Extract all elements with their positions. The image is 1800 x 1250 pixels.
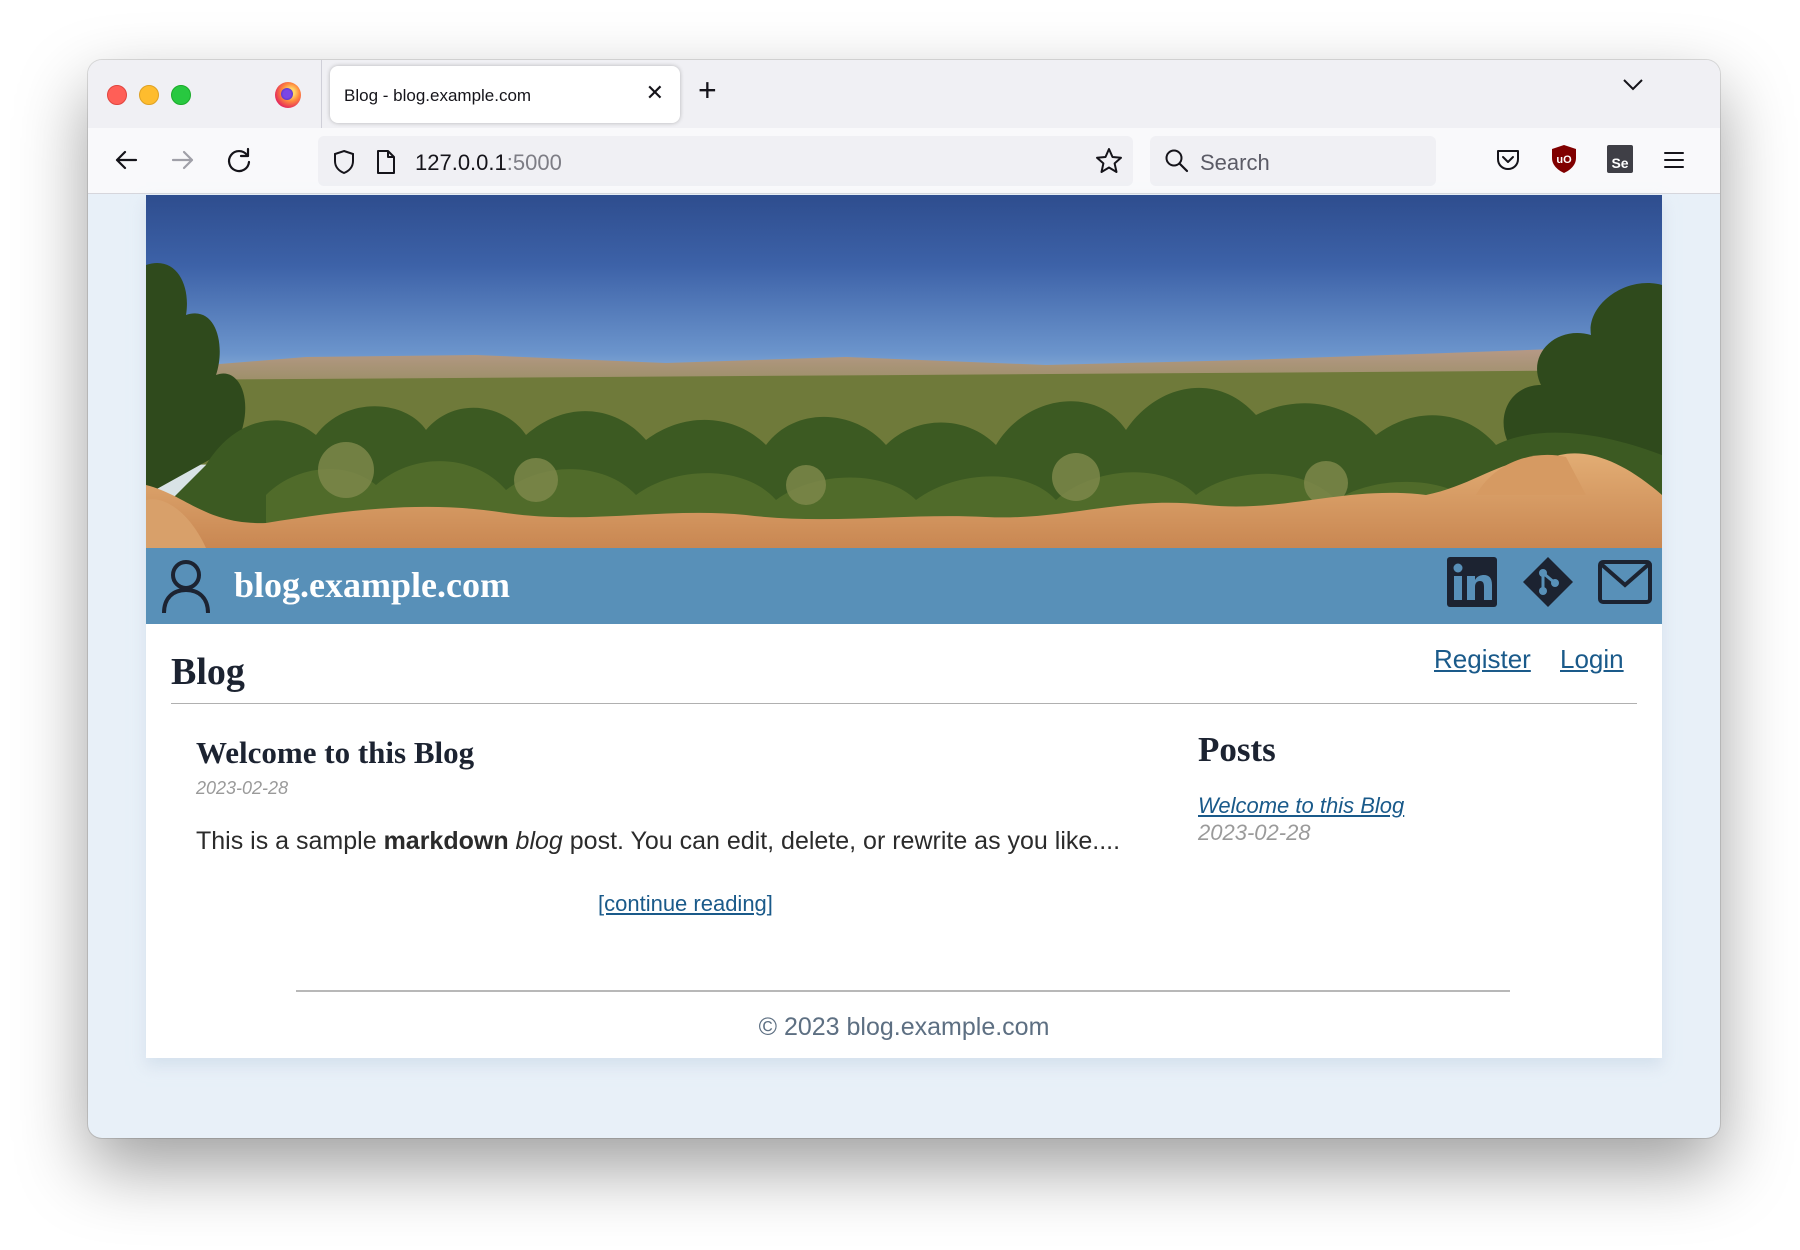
forward-arrow-icon[interactable] xyxy=(169,146,197,179)
selenium-icon[interactable]: Se xyxy=(1606,144,1634,179)
site-title[interactable]: blog.example.com xyxy=(234,564,510,606)
ublock-origin-icon[interactable]: uO xyxy=(1550,144,1578,179)
linkedin-icon[interactable] xyxy=(1446,556,1498,613)
login-link[interactable]: Login xyxy=(1560,644,1624,675)
continue-reading-link[interactable]: [continue reading] xyxy=(598,891,773,917)
register-link[interactable]: Register xyxy=(1434,644,1531,675)
tab-close-button[interactable]: ✕ xyxy=(646,82,664,104)
bookmark-star-icon[interactable] xyxy=(1095,147,1123,180)
post-excerpt-italic: blog xyxy=(515,827,563,855)
minimize-window-button[interactable] xyxy=(139,85,159,105)
git-icon[interactable] xyxy=(1522,556,1574,613)
url-port: :5000 xyxy=(506,150,562,175)
tab-strip: Blog - blog.example.com ✕ + xyxy=(88,60,1720,128)
hero-landscape-image xyxy=(146,195,1662,548)
reload-icon[interactable] xyxy=(225,146,253,179)
post-excerpt-tail: post. You can edit, delete, or rewrite a… xyxy=(562,827,1121,855)
post-excerpt-lead: This is a sample xyxy=(196,827,384,855)
search-placeholder: Search xyxy=(1200,150,1270,175)
page-title: Blog xyxy=(171,651,245,693)
mail-icon[interactable] xyxy=(1598,560,1652,609)
post-excerpt-bold: markdown xyxy=(383,827,509,855)
sidebar-post-link[interactable]: Welcome to this Blog xyxy=(1198,793,1404,819)
sidebar-title: Posts xyxy=(1198,730,1276,769)
post-excerpt: This is a sample markdown blog post. You… xyxy=(196,827,1120,856)
page-heading-row: Blog Register Login xyxy=(171,624,1637,704)
svg-text:Se: Se xyxy=(1611,155,1628,171)
url-bar[interactable]: 127.0.0.1:5000 xyxy=(318,136,1133,186)
sidebar-post-date: 2023-02-28 xyxy=(1198,820,1311,845)
post-date: 2023-02-28 xyxy=(196,778,289,798)
new-tab-button[interactable]: + xyxy=(698,74,717,106)
tab-title: Blog - blog.example.com xyxy=(344,86,532,105)
search-icon xyxy=(1164,148,1190,179)
user-icon[interactable] xyxy=(160,558,212,619)
firefox-icon[interactable] xyxy=(275,82,301,108)
close-window-button[interactable] xyxy=(107,85,127,105)
pocket-icon[interactable] xyxy=(1494,146,1522,179)
footer-divider xyxy=(296,990,1510,992)
web-page: blog.example.com Blog Register Login Wel… xyxy=(146,195,1662,1058)
tab-separator xyxy=(321,60,322,128)
hamburger-menu-icon[interactable] xyxy=(1660,146,1688,179)
footer-copyright: © 2023 blog.example.com xyxy=(758,1013,1050,1041)
tab-blog[interactable]: Blog - blog.example.com ✕ xyxy=(330,66,680,123)
zoom-window-button[interactable] xyxy=(171,85,191,105)
shield-icon[interactable] xyxy=(332,149,356,180)
navigation-toolbar: 127.0.0.1:5000 Search uO Se xyxy=(88,128,1720,194)
page-icon xyxy=(376,149,396,180)
svg-text:uO: uO xyxy=(1556,154,1572,166)
chevron-down-icon[interactable] xyxy=(1622,78,1644,97)
post-excerpt-space xyxy=(509,827,516,855)
post-title[interactable]: Welcome to this Blog xyxy=(196,735,474,771)
url-text[interactable]: 127.0.0.1:5000 xyxy=(415,150,562,176)
back-arrow-icon[interactable] xyxy=(112,146,140,179)
browser-window: Blog - blog.example.com ✕ + 127.0.0.1:50… xyxy=(88,60,1720,1138)
search-bar[interactable]: Search xyxy=(1150,136,1436,186)
site-header-bar: blog.example.com xyxy=(146,548,1662,624)
url-host: 127.0.0.1 xyxy=(415,150,507,175)
